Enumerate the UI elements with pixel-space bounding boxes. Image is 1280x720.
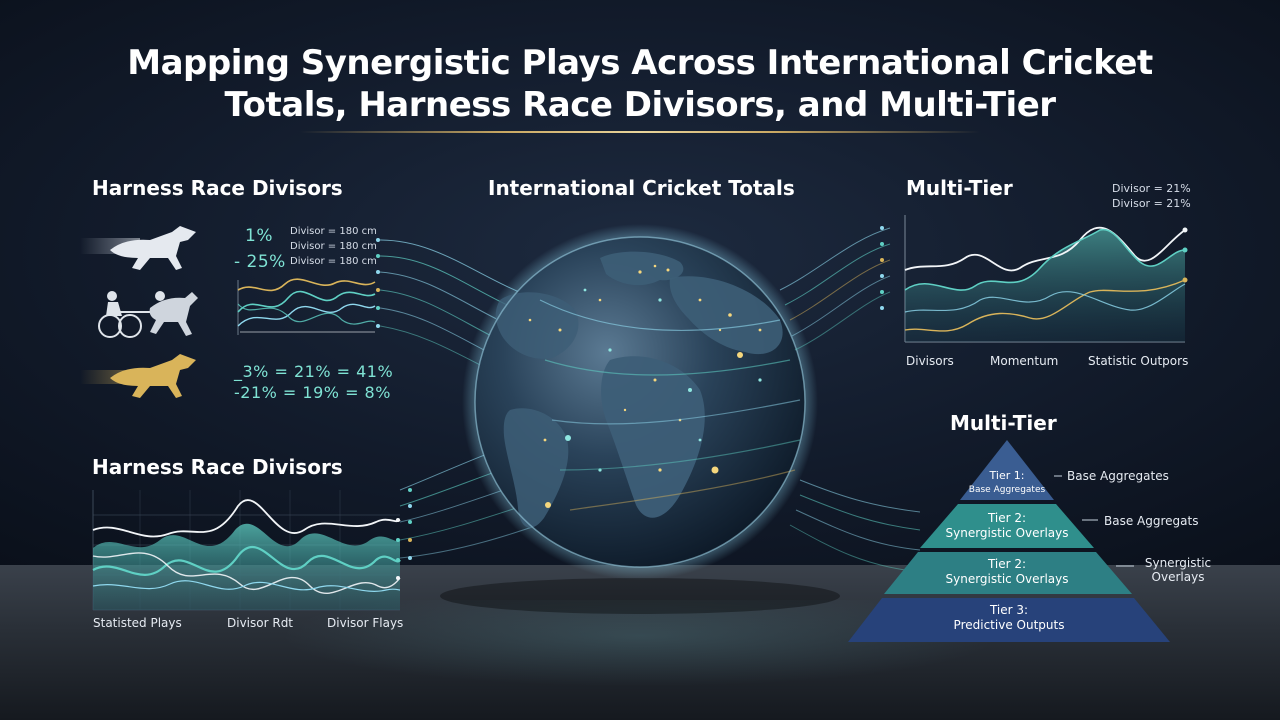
right-top-x-label-3: Statistic Outpors	[1088, 354, 1189, 368]
tier-2b-label: Tier 2: Synergistic Overlays	[917, 557, 1097, 587]
flow-line-nodes-right	[880, 226, 884, 310]
pyramid-heading: Multi-Tier	[950, 411, 1057, 435]
left-top-stat-2: - 25%	[234, 252, 286, 272]
right-top-x-label-1: Divisors	[906, 354, 954, 368]
left-bottom-x-label-2: Divisor Rdt	[227, 616, 294, 630]
tier-1-line-2: Base Aggregates	[968, 485, 1046, 495]
left-top-mini-chart	[237, 278, 376, 335]
left-top-stat-1: 1%	[245, 226, 273, 246]
divisor-line-3: Divisor = 180 cm	[290, 256, 377, 267]
horse-icon-white	[80, 226, 196, 270]
tier-2b-line-2: Synergistic Overlays	[945, 572, 1069, 586]
right-top-x-label-2: Momentum	[990, 354, 1059, 368]
pyramid-side-label-2: Base Aggregats	[1104, 514, 1199, 528]
tier-2b-line-1: Tier 2:	[987, 557, 1027, 571]
left-top-lower-stat-2: -21% = 19% = 8%	[234, 383, 391, 402]
tier-1-label: Tier 1: Base Aggregates	[957, 468, 1057, 498]
tier-2-line-2: Synergistic Overlays	[945, 526, 1069, 540]
left-top-lower-stat-1: _3% = 21% = 41%	[234, 362, 394, 381]
pyramid-side-label-1: Base Aggregates	[1067, 469, 1169, 483]
divisor-line-2: Divisor = 180 cm	[290, 241, 377, 252]
tier-1-line-1: Tier 1:	[989, 469, 1025, 482]
tier-3-line-2: Predictive Outputs	[953, 618, 1065, 632]
horse-icon-gold	[80, 354, 196, 398]
divisor-line-1: Divisor = 180 cm	[290, 226, 377, 237]
right-top-heading: Multi-Tier	[906, 176, 1013, 200]
right-top-area-chart	[904, 215, 1188, 343]
right-top-note-2: Divisor = 21%	[1112, 197, 1191, 210]
pyramid-side-label-3: Synergistic Overlays	[1144, 556, 1212, 584]
left-bottom-heading: Harness Race Divisors	[92, 455, 343, 479]
right-top-note-1: Divisor = 21%	[1112, 182, 1191, 195]
tier-3-line-1: Tier 3:	[989, 603, 1029, 617]
center-heading: International Cricket Totals	[488, 176, 795, 200]
tier-3-label: Tier 3: Predictive Outputs	[909, 603, 1109, 633]
left-bottom-x-label-1: Statisted Plays	[93, 616, 182, 630]
left-bottom-x-label-3: Divisor Flays	[327, 616, 404, 630]
left-bottom-area-chart	[92, 490, 401, 611]
harness-sulky-icon	[98, 291, 198, 338]
left-top-heading: Harness Race Divisors	[92, 176, 343, 200]
tier-2-line-1: Tier 2:	[987, 511, 1027, 525]
tier-2-label: Tier 2: Synergistic Overlays	[927, 511, 1087, 541]
